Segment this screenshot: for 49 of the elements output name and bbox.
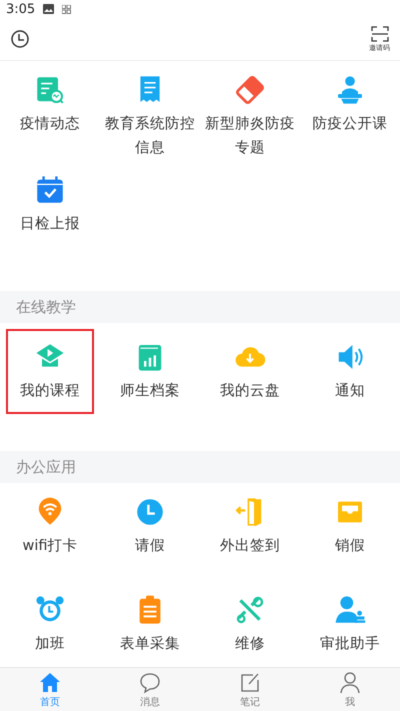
clock-icon [134,496,166,528]
scan-icon[interactable] [370,26,388,42]
section-header: 办公应用 [0,451,400,483]
app-tile[interactable]: 加班 [3,584,97,666]
app-label: 外出签到 [219,537,281,556]
highlight-frame[interactable]: 我的课程 [6,329,94,414]
app-tile[interactable]: 表单采集 [103,584,197,666]
app-tile[interactable]: 新型肺炎防疫专题 [203,64,297,158]
tab-bar-item[interactable]: 我 [300,668,400,711]
tab-bar-item[interactable]: 消息 [100,668,200,711]
app-tile[interactable]: 师生档案 [106,329,194,414]
app-label: 我的云盘 [219,382,281,401]
app-tile[interactable]: 我的云盘 [206,329,294,414]
app-tile[interactable]: 请假 [103,486,197,578]
tab-bar-item[interactable]: 笔记 [200,668,300,711]
app-tile[interactable]: 防疫公开课 [303,64,397,158]
app-tile[interactable]: 维修 [203,584,297,666]
home-icon [38,670,62,694]
app-label: 防疫公开课 [312,115,388,134]
report-chart-icon [34,74,66,106]
section-header: 在线教学 [0,291,400,323]
calendar-check-icon [34,174,66,206]
app-label: 请假 [134,537,166,556]
app-label: 教育系统防控信息 [105,114,195,158]
app-label: 师生档案 [119,382,181,401]
app-label: wifi打卡 [21,537,79,556]
app-label: 我的课程 [19,382,81,401]
app-label: 新型肺炎防疫专题 [205,114,295,158]
app-tile[interactable]: wifi打卡 [3,486,97,578]
app-tile[interactable]: 通知 [306,329,394,414]
app-tile[interactable]: 外出签到 [203,486,297,578]
image-notification-icon [43,4,54,14]
app-tile[interactable]: 教育系统防控信息 [103,64,197,158]
app-label: 表单采集 [119,635,181,654]
app-tile[interactable]: 疫情动态 [3,64,97,158]
app-tile[interactable]: 销假 [303,486,397,578]
app-label: 销假 [334,537,366,556]
history-clock-icon[interactable] [10,29,30,49]
app-label: 加班 [34,635,66,654]
app-label: 审批助手 [319,634,381,654]
app-label: 日检上报 [19,215,81,234]
user-stamp-icon [334,594,366,626]
person-icon [338,670,362,694]
app-tile[interactable]: 审批助手 [303,584,397,666]
status-time: 3:05 [6,2,36,16]
app-tile[interactable]: 日检上报 [3,164,97,288]
app-label: 维修 [234,634,266,654]
app-label: 通知 [334,382,366,401]
app-label: 疫情动态 [19,115,81,134]
